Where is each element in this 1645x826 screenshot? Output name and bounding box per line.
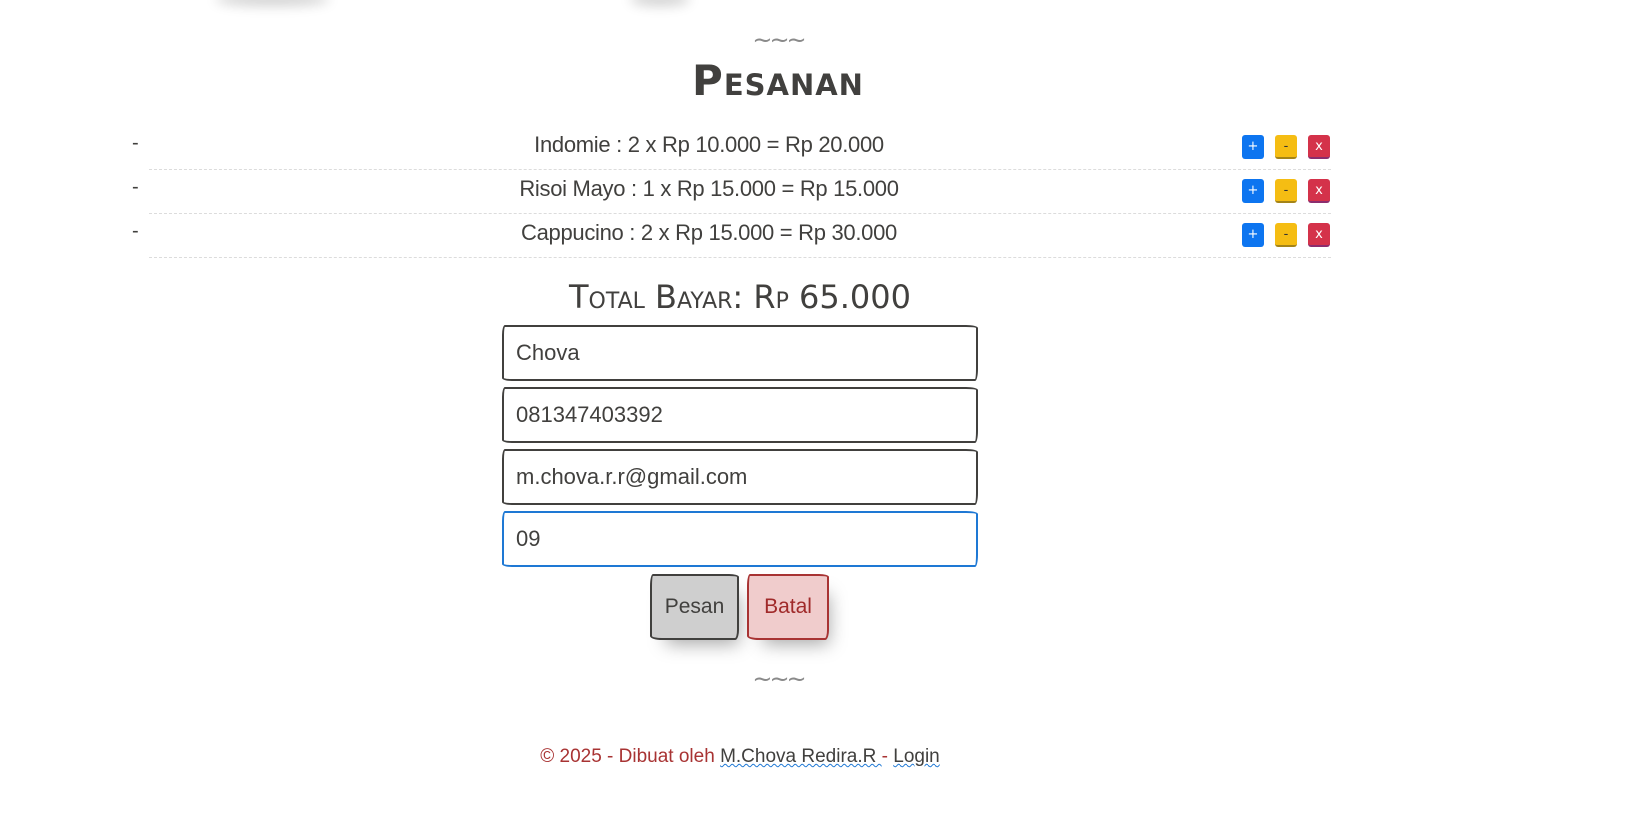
decrease-quantity-button[interactable]: - <box>1275 135 1297 159</box>
email-input[interactable] <box>502 449 978 505</box>
author-link[interactable]: M.Chova Redira.R <box>720 746 882 767</box>
increase-quantity-button[interactable]: + <box>1242 223 1264 247</box>
divider-top: ~~~ <box>752 26 806 54</box>
order-item-text: Risoi Mayo : 1 x Rp 15.000 = Rp 15.000 <box>519 176 899 201</box>
form-actions: Pesan Batal <box>650 574 829 640</box>
login-link[interactable]: Login <box>893 746 940 767</box>
fourth-input[interactable] <box>502 511 978 567</box>
footer: © 2025 - Dibuat oleh M.Chova Redira.R - … <box>0 746 1480 768</box>
list-bullet: - <box>132 176 139 198</box>
name-input[interactable] <box>502 325 978 381</box>
order-item-actions: + - x <box>1242 223 1330 247</box>
order-list: - Indomie : 2 x Rp 10.000 = Rp 20.000 + … <box>130 126 1340 258</box>
increase-quantity-button[interactable]: + <box>1242 135 1264 159</box>
remove-item-button[interactable]: x <box>1308 179 1330 203</box>
list-bullet: - <box>132 132 139 154</box>
cancel-order-button[interactable]: Batal <box>747 574 829 640</box>
order-item-actions: + - x <box>1242 135 1330 159</box>
order-item: - Cappucino : 2 x Rp 15.000 = Rp 30.000 … <box>130 214 1340 258</box>
row-divider <box>149 257 1331 258</box>
list-bullet: - <box>132 220 139 242</box>
remove-item-button[interactable]: x <box>1308 223 1330 247</box>
decrease-quantity-button[interactable]: - <box>1275 223 1297 247</box>
total-payment: Total Bayar: Rp 65.000 <box>568 278 912 316</box>
order-item: - Risoi Mayo : 1 x Rp 15.000 = Rp 15.000… <box>130 170 1340 214</box>
order-item-text: Cappucino : 2 x Rp 15.000 = Rp 30.000 <box>520 220 897 245</box>
order-item-text: Indomie : 2 x Rp 10.000 = Rp 20.000 <box>534 132 884 157</box>
divider-bottom: ~~~ <box>752 665 806 693</box>
page: ~~~ Pesanan - Indomie : 2 x Rp 10.000 = … <box>0 0 1645 826</box>
footer-copyright: © 2025 - Dibuat oleh <box>540 746 721 767</box>
remove-item-button[interactable]: x <box>1308 135 1330 159</box>
section-title: Pesanan <box>692 56 864 105</box>
decrease-quantity-button[interactable]: - <box>1275 179 1297 203</box>
submit-order-button[interactable]: Pesan <box>650 574 739 640</box>
phone-input[interactable] <box>502 387 978 443</box>
increase-quantity-button[interactable]: + <box>1242 179 1264 203</box>
footer-separator: - <box>881 746 894 767</box>
order-item-actions: + - x <box>1242 179 1330 203</box>
order-item: - Indomie : 2 x Rp 10.000 = Rp 20.000 + … <box>130 126 1340 170</box>
order-form <box>502 325 978 573</box>
